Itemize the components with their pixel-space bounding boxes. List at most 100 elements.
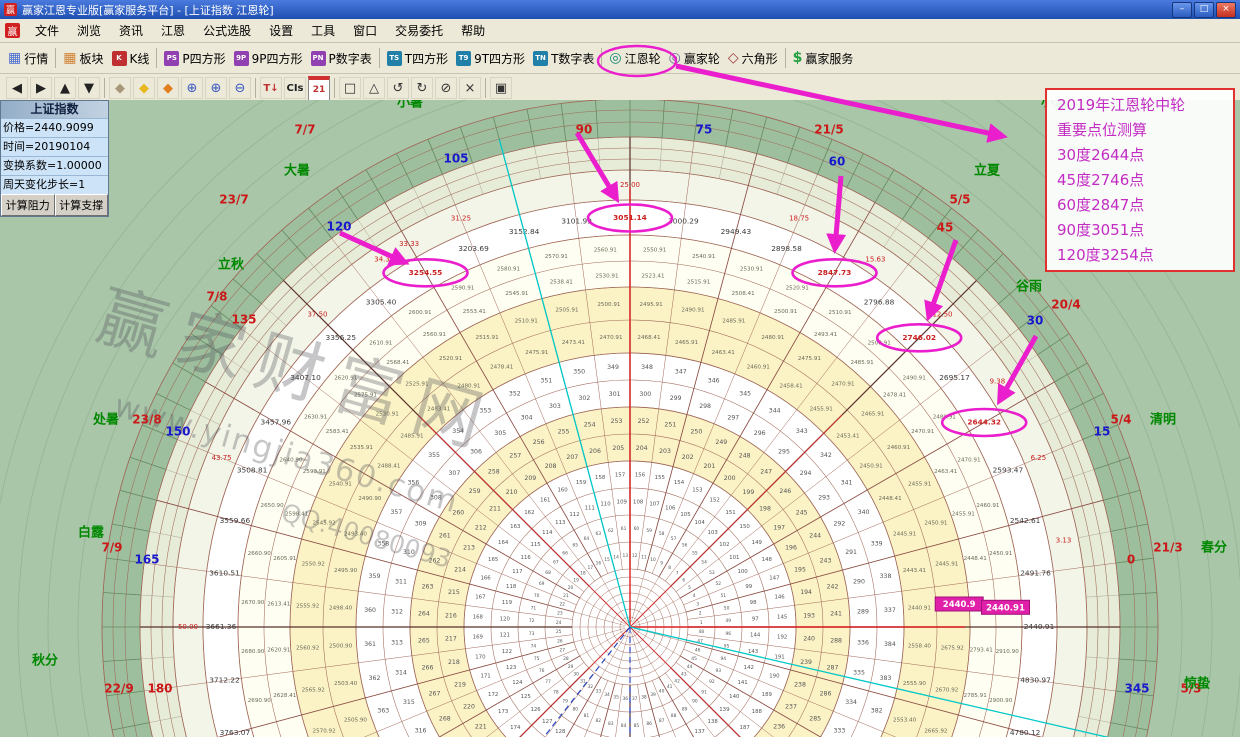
- menu-item-8[interactable]: 交易委托: [386, 19, 452, 42]
- diamond-grey-icon[interactable]: ◆: [109, 77, 131, 99]
- svg-text:32: 32: [588, 684, 594, 690]
- svg-text:359: 359: [369, 573, 381, 580]
- svg-text:2540.91: 2540.91: [692, 254, 716, 260]
- menu-item-6[interactable]: 工具: [302, 19, 344, 42]
- svg-text:78: 78: [553, 689, 559, 695]
- svg-text:163: 163: [510, 524, 520, 530]
- toolbar-button-板块[interactable]: ▦板块: [59, 48, 107, 69]
- rotate-right-icon[interactable]: ↻: [411, 77, 433, 99]
- svg-text:2493.41: 2493.41: [814, 332, 838, 338]
- close-button[interactable]: ×: [1216, 2, 1236, 18]
- svg-text:68: 68: [545, 570, 551, 576]
- cls-button[interactable]: CIs: [284, 77, 306, 99]
- svg-text:谷雨: 谷雨: [1016, 279, 1042, 295]
- svg-text:48: 48: [699, 629, 705, 635]
- svg-text:145: 145: [777, 615, 787, 621]
- svg-text:2523.41: 2523.41: [641, 273, 665, 279]
- svg-text:3508.81: 3508.81: [237, 466, 268, 475]
- calc-support-button[interactable]: 计算支撑: [55, 194, 109, 216]
- menu-item-9[interactable]: 帮助: [452, 19, 494, 42]
- menu-item-1[interactable]: 浏览: [68, 19, 110, 42]
- svg-text:2460.91: 2460.91: [747, 364, 771, 370]
- menu-item-3[interactable]: 江恩: [152, 19, 194, 42]
- toolbar-button-9P四方形[interactable]: 9P9P四方形: [230, 48, 307, 69]
- zoom-in-icon[interactable]: ⊕: [205, 77, 227, 99]
- menu-item-0[interactable]: 文件: [26, 19, 68, 42]
- nav-down-icon[interactable]: ▼: [78, 77, 100, 99]
- svg-text:22: 22: [560, 602, 566, 608]
- svg-text:124: 124: [512, 680, 523, 686]
- svg-text:94: 94: [721, 656, 727, 662]
- triangle-tool-icon[interactable]: △: [363, 77, 385, 99]
- toolbar-button-K线[interactable]: KK线: [108, 48, 154, 69]
- minimize-button[interactable]: –: [1172, 2, 1192, 18]
- toolbar-button-P四方形[interactable]: PSP四方形: [160, 48, 229, 69]
- svg-text:43: 43: [681, 672, 687, 678]
- rect-tool-icon[interactable]: □: [339, 77, 361, 99]
- svg-text:2480.91: 2480.91: [761, 335, 785, 341]
- svg-text:1: 1: [700, 620, 703, 626]
- rotate-left-icon[interactable]: ↺: [387, 77, 409, 99]
- svg-text:98: 98: [750, 600, 757, 606]
- text-annotation-icon[interactable]: T↓: [260, 77, 282, 99]
- svg-text:155: 155: [655, 475, 665, 481]
- menu-item-4[interactable]: 公式选股: [194, 19, 260, 42]
- toolbar-button-赢家轮[interactable]: ◎赢家轮: [665, 48, 724, 69]
- menu-item-2[interactable]: 资讯: [110, 19, 152, 42]
- crosshair-icon[interactable]: ⊕: [181, 77, 203, 99]
- svg-text:2450.91: 2450.91: [924, 521, 948, 527]
- no-draw-icon[interactable]: ⊘: [435, 77, 457, 99]
- svg-text:294: 294: [800, 470, 812, 477]
- calc-resistance-button[interactable]: 计算阻力: [1, 194, 55, 216]
- svg-text:204: 204: [636, 445, 648, 452]
- svg-text:2478.41: 2478.41: [490, 364, 514, 370]
- svg-text:2470.91: 2470.91: [599, 335, 623, 341]
- svg-text:266: 266: [422, 664, 434, 671]
- svg-text:113: 113: [555, 520, 565, 526]
- svg-text:2500.91: 2500.91: [597, 302, 621, 308]
- svg-text:2660.90: 2660.90: [248, 551, 272, 557]
- menu-item-7[interactable]: 窗口: [344, 19, 386, 42]
- svg-text:6.25: 6.25: [1031, 454, 1047, 462]
- svg-text:2553.41: 2553.41: [463, 309, 487, 315]
- diamond-yellow-icon[interactable]: ◆: [133, 77, 155, 99]
- toolbar-button-江恩轮[interactable]: ◎江恩轮: [605, 48, 664, 69]
- select-region-icon[interactable]: ▣: [490, 77, 512, 99]
- svg-text:3305.40: 3305.40: [366, 298, 397, 307]
- svg-text:102: 102: [719, 542, 729, 548]
- svg-text:239: 239: [800, 659, 812, 666]
- svg-text:20: 20: [568, 585, 574, 591]
- t-number-table-icon: TN: [533, 51, 548, 66]
- calendar-icon[interactable]: 21: [308, 76, 330, 101]
- svg-text:313: 313: [391, 639, 403, 646]
- instrument-info-rows: 价格=2440.9099时间=20190104变换系数=1.00000周天变化步…: [1, 118, 108, 194]
- delete-tool-icon[interactable]: ×: [459, 77, 481, 99]
- toolbar-button-赢家服务[interactable]: $赢家服务: [789, 48, 858, 69]
- svg-text:140: 140: [729, 694, 740, 700]
- info-row-0: 价格=2440.9099: [1, 118, 108, 137]
- nav-left-icon[interactable]: ◀: [6, 77, 28, 99]
- toolbar-button-行情[interactable]: ▦行情: [4, 48, 52, 69]
- svg-text:150: 150: [740, 524, 751, 530]
- menu-item-5[interactable]: 设置: [260, 19, 302, 42]
- toolbar-button-T数字表[interactable]: TNT数字表: [529, 48, 598, 69]
- nav-up-icon[interactable]: ▲: [54, 77, 76, 99]
- svg-text:264: 264: [418, 611, 430, 618]
- maximize-button[interactable]: □: [1194, 2, 1214, 18]
- toolbar-button-9T四方形[interactable]: T99T四方形: [452, 48, 529, 69]
- diamond-orange-icon[interactable]: ◆: [157, 77, 179, 99]
- svg-text:17: 17: [588, 565, 594, 571]
- svg-text:2847.73: 2847.73: [818, 268, 852, 277]
- svg-text:62: 62: [608, 528, 614, 534]
- svg-text:9.38: 9.38: [990, 377, 1006, 385]
- svg-text:108: 108: [633, 499, 644, 505]
- nav-right-icon[interactable]: ▶: [30, 77, 52, 99]
- toolbar-button-P数字表[interactable]: PNP数字表: [307, 48, 376, 69]
- info-row-2: 变换系数=1.00000: [1, 156, 108, 175]
- svg-text:41: 41: [667, 684, 673, 690]
- toolbar-button-T四方形[interactable]: TST四方形: [383, 48, 452, 69]
- toolbar-button-六角形[interactable]: ◇六角形: [724, 48, 782, 69]
- svg-text:288: 288: [830, 638, 842, 645]
- menu-bar: 赢 文件浏览资讯江恩公式选股设置工具窗口交易委托帮助: [0, 19, 1240, 43]
- zoom-out-icon[interactable]: ⊖: [229, 77, 251, 99]
